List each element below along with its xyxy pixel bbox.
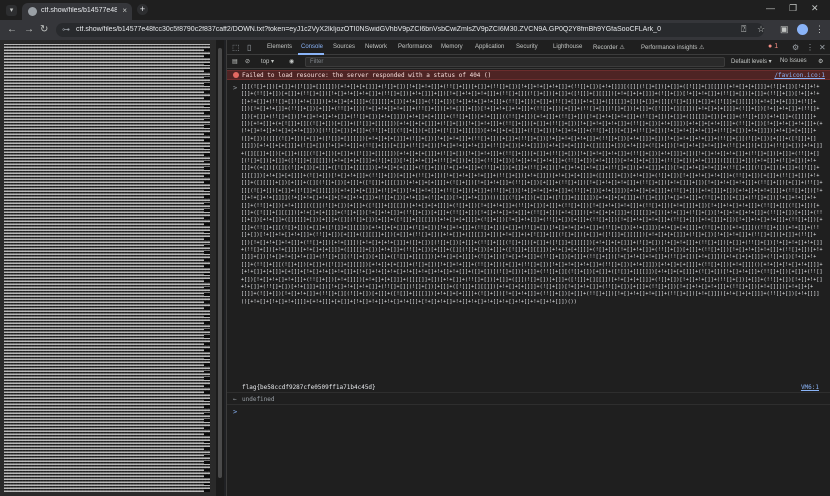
page-text-edge xyxy=(204,44,210,492)
console-toolbar: ▤ ⊘ top ▾ ◉ Filter Default levels ▾ No I… xyxy=(227,55,830,69)
bookmark-star-icon[interactable]: ☆ xyxy=(757,24,765,35)
devtools-tabbar: ⬚ ▯ Elements Console Sources Network Per… xyxy=(227,40,830,55)
console-output: Failed to load resource: the server resp… xyxy=(227,69,830,496)
log-source-link[interactable]: VM6:1 xyxy=(801,384,819,391)
page-scrollbar-thumb[interactable] xyxy=(218,48,222,478)
side-panel-icon[interactable]: ▣ xyxy=(780,24,789,35)
tab-application[interactable]: Application xyxy=(475,44,504,50)
flag-output: flag{be58ccdf9287cfe0509ff1a71b4c45d} xyxy=(242,384,376,391)
clear-console-icon[interactable]: ⊘ xyxy=(245,58,250,65)
return-arrow-icon: ← xyxy=(233,396,237,403)
tab-security[interactable]: Security xyxy=(516,44,538,50)
tab-search-icon[interactable]: ▾ xyxy=(6,5,17,16)
close-window-icon[interactable]: ✕ xyxy=(811,3,819,14)
console-settings-icon[interactable]: ⚙ xyxy=(818,58,823,65)
profile-avatar[interactable] xyxy=(797,24,808,35)
filter-placeholder: Filter xyxy=(310,59,324,65)
devtools-close-icon[interactable]: ✕ xyxy=(819,43,826,52)
site-info-icon[interactable]: ⊶ xyxy=(62,25,70,34)
url-text[interactable]: ctf.show/files/b14577e48fcc30c5f8790c2f8… xyxy=(76,26,726,33)
new-tab-button[interactable]: + xyxy=(137,4,148,15)
devtools-menu-icon[interactable]: ⋮ xyxy=(806,43,814,52)
log-levels-dropdown[interactable]: Default levels ▾ xyxy=(731,58,772,65)
tab-lighthouse[interactable]: Lighthouse xyxy=(553,44,582,50)
tab-console[interactable]: Console xyxy=(301,44,323,50)
tab-performance-insights[interactable]: Performance insights ⚠ xyxy=(641,44,704,51)
minimize-icon[interactable]: — xyxy=(766,3,775,13)
issues-button[interactable]: No Issues xyxy=(780,58,807,64)
error-count-badge[interactable]: ● 1 xyxy=(768,43,778,50)
reload-icon[interactable]: ↻ xyxy=(40,24,48,36)
console-error-message: Failed to load resource: the server resp… xyxy=(227,70,830,80)
translate-icon[interactable]: ⍰ xyxy=(741,24,746,35)
context-selector[interactable]: top ▾ xyxy=(261,58,274,65)
tab-elements[interactable]: Elements xyxy=(267,44,292,50)
error-icon xyxy=(233,72,239,78)
prompt-caret-icon: > xyxy=(233,408,238,416)
devtools-panel: ⬚ ▯ Elements Console Sources Network Per… xyxy=(226,40,830,496)
page-text-block xyxy=(4,44,210,492)
return-value-line: ← undefined xyxy=(227,395,830,405)
console-filter-input[interactable]: Filter xyxy=(305,57,725,67)
tab-performance[interactable]: Performance xyxy=(398,44,432,50)
browser-toolbar: ← → ↻ ⊶ ctf.show/files/b14577e48fcc30c5f… xyxy=(0,20,830,40)
error-source-link[interactable]: /favicon.ico:1 xyxy=(774,72,825,79)
tab-recorder[interactable]: Recorder ⚠ xyxy=(593,44,625,51)
error-text: Failed to load resource: the server resp… xyxy=(242,72,492,79)
forward-icon[interactable]: → xyxy=(24,24,34,36)
browser-tab[interactable]: ctf.show/files/b14577e48fcc × xyxy=(22,3,132,20)
tab-title: ctf.show/files/b14577e48fcc xyxy=(41,7,117,14)
jsfuck-code: [][(![]+[])[+[]]+([![]]+[][[]])[+!+[]+[+… xyxy=(241,84,823,305)
page-scrollbar[interactable] xyxy=(216,40,224,496)
globe-icon xyxy=(28,7,37,16)
live-expression-eye-icon[interactable]: ◉ xyxy=(289,58,294,65)
inspect-element-icon[interactable]: ⬚ xyxy=(232,43,240,52)
console-log-message: flag{be58ccdf9287cfe0509ff1a71b4c45d} VM… xyxy=(227,383,830,393)
menu-icon[interactable]: ⋮ xyxy=(815,24,824,35)
device-toolbar-icon[interactable]: ▯ xyxy=(247,43,251,52)
error-count: 1 xyxy=(774,43,779,50)
sidebar-toggle-icon[interactable]: ▤ xyxy=(232,58,238,65)
tab-network[interactable]: Network xyxy=(365,44,387,50)
tab-strip: ▾ ctf.show/files/b14577e48fcc × + — ❐ ✕ xyxy=(0,0,830,20)
tab-sources[interactable]: Sources xyxy=(333,44,355,50)
input-echo-caret: > xyxy=(233,84,238,92)
return-value: undefined xyxy=(242,396,275,403)
tab-memory[interactable]: Memory xyxy=(441,44,463,50)
back-icon[interactable]: ← xyxy=(7,24,17,36)
address-bar[interactable]: ⊶ ctf.show/files/b14577e48fcc30c5f8790c2… xyxy=(56,23,764,37)
console-prompt[interactable]: > xyxy=(227,407,830,417)
settings-gear-icon[interactable]: ⚙ xyxy=(792,43,799,52)
maximize-icon[interactable]: ❐ xyxy=(789,3,797,14)
tab-close-button[interactable]: × xyxy=(122,6,127,15)
page-viewport xyxy=(0,40,224,496)
